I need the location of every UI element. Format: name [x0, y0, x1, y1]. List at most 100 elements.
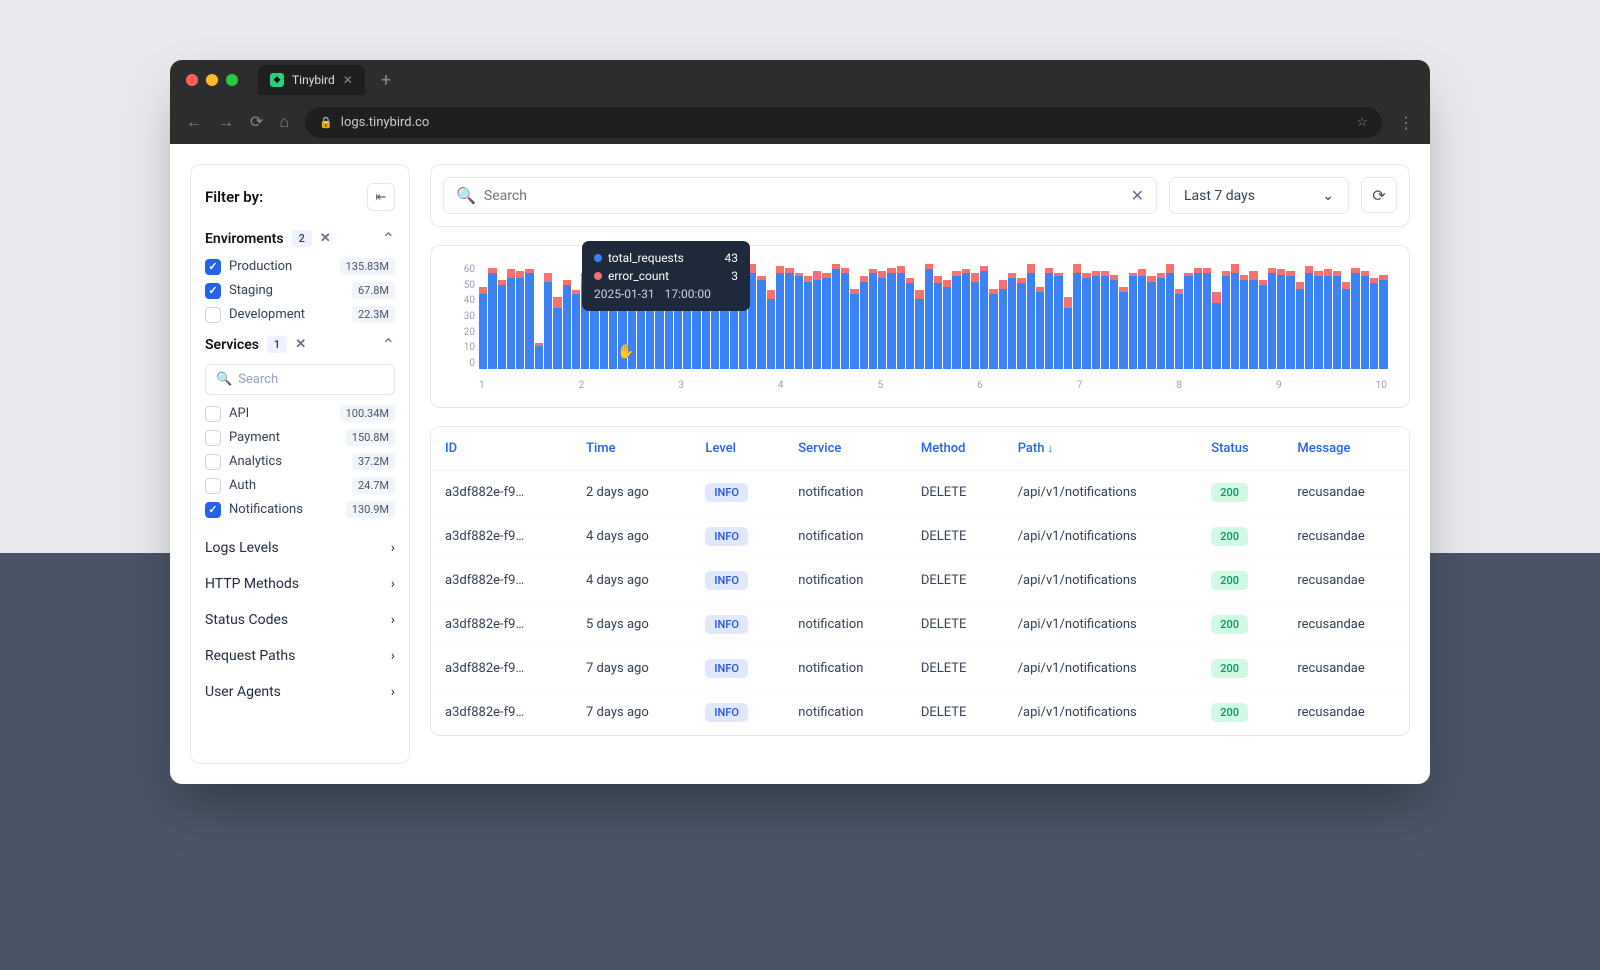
chart-bar[interactable]	[507, 264, 515, 369]
filter-item-payment[interactable]: Payment150.8M	[205, 429, 395, 446]
chart-bar[interactable]	[989, 264, 997, 369]
chart-bar[interactable]	[1212, 264, 1220, 369]
chart-bar[interactable]	[1008, 264, 1016, 369]
col-time[interactable]: Time	[572, 427, 691, 471]
chart-bar[interactable]	[850, 264, 858, 369]
chart-bar[interactable]	[804, 264, 812, 369]
chart-bar[interactable]	[980, 264, 988, 369]
col-status[interactable]: Status	[1197, 427, 1283, 471]
chart-bar[interactable]	[897, 264, 905, 369]
chart-bar[interactable]	[553, 264, 561, 369]
services-clear-icon[interactable]: ✕	[295, 337, 306, 352]
filter-item-staging[interactable]: Staging67.8M	[205, 282, 395, 299]
new-tab-button[interactable]: +	[381, 70, 391, 91]
minimize-window-button[interactable]	[206, 74, 218, 86]
chart-bar[interactable]	[1240, 264, 1248, 369]
chart-bar[interactable]	[785, 264, 793, 369]
filter-item-production[interactable]: Production135.83M	[205, 258, 395, 275]
chart-bar[interactable]	[1268, 264, 1276, 369]
checkbox[interactable]	[205, 406, 221, 422]
environments-clear-icon[interactable]: ✕	[320, 231, 331, 246]
chart-bar[interactable]	[1147, 264, 1155, 369]
chart-bar[interactable]	[943, 264, 951, 369]
chart-bar[interactable]	[1036, 264, 1044, 369]
checkbox[interactable]	[205, 430, 221, 446]
chart-bar[interactable]	[795, 264, 803, 369]
section-request-paths[interactable]: Request Paths›	[205, 638, 395, 674]
table-row[interactable]: a3df882e-f9…4 days agoINFOnotificationDE…	[431, 559, 1409, 603]
chart-bar[interactable]	[1333, 264, 1341, 369]
chart-bar[interactable]	[479, 264, 487, 369]
chart-bar[interactable]	[832, 264, 840, 369]
chart-bar[interactable]	[767, 264, 775, 369]
section-user-agents[interactable]: User Agents›	[205, 674, 395, 710]
chart-bar[interactable]	[516, 264, 524, 369]
table-row[interactable]: a3df882e-f9…7 days agoINFOnotificationDE…	[431, 691, 1409, 735]
chart-bar[interactable]	[1231, 264, 1239, 369]
chart-bar[interactable]	[999, 264, 1007, 369]
browser-tab[interactable]: ◆ Tinybird ✕	[258, 65, 365, 95]
chevron-up-icon[interactable]: ⌃	[382, 229, 395, 248]
chart-bar[interactable]	[535, 264, 543, 369]
col-level[interactable]: Level	[691, 427, 784, 471]
chart-bar[interactable]	[1314, 264, 1322, 369]
chart-bar[interactable]	[1017, 264, 1025, 369]
table-row[interactable]: a3df882e-f9…4 days agoINFOnotificationDE…	[431, 515, 1409, 559]
chart-bar[interactable]	[952, 264, 960, 369]
chart-bar[interactable]	[1305, 264, 1313, 369]
chevron-up-icon[interactable]: ⌃	[382, 335, 395, 354]
collapse-sidebar-button[interactable]: ⇤	[367, 183, 395, 211]
forward-icon[interactable]: →	[218, 112, 234, 132]
chart-bar[interactable]	[1129, 264, 1137, 369]
chart-bar[interactable]	[1351, 264, 1359, 369]
chart-bar[interactable]	[1054, 264, 1062, 369]
chart-bar[interactable]	[1249, 264, 1257, 369]
chart-bar[interactable]	[1370, 264, 1378, 369]
filter-item-auth[interactable]: Auth24.7M	[205, 477, 395, 494]
chart-bar[interactable]	[1027, 264, 1035, 369]
chart-bar[interactable]	[1184, 264, 1192, 369]
checkbox[interactable]	[205, 259, 221, 275]
filter-item-analytics[interactable]: Analytics37.2M	[205, 453, 395, 470]
chart-bar[interactable]	[906, 264, 914, 369]
checkbox[interactable]	[205, 283, 221, 299]
bookmark-icon[interactable]: ☆	[1356, 115, 1368, 130]
chart-bar[interactable]	[1138, 264, 1146, 369]
services-search[interactable]: 🔍 Search	[205, 364, 395, 395]
refresh-button[interactable]: ⟳	[1361, 177, 1397, 213]
table-row[interactable]: a3df882e-f9…7 days agoINFOnotificationDE…	[431, 647, 1409, 691]
chart-bar[interactable]	[1101, 264, 1109, 369]
section-status-codes[interactable]: Status Codes›	[205, 602, 395, 638]
table-row[interactable]: a3df882e-f9…2 days agoINFOnotificationDE…	[431, 471, 1409, 515]
chart-bar[interactable]	[1157, 264, 1165, 369]
chart-bar[interactable]	[1194, 264, 1202, 369]
browser-menu-icon[interactable]: ⋮	[1398, 113, 1414, 132]
chart-bar[interactable]	[887, 264, 895, 369]
chart-bar[interactable]	[1203, 264, 1211, 369]
chart-bar[interactable]	[934, 264, 942, 369]
chart-bar[interactable]	[1119, 264, 1127, 369]
chart-bar[interactable]	[1110, 264, 1118, 369]
checkbox[interactable]	[205, 307, 221, 323]
chart-bar[interactable]	[1342, 264, 1350, 369]
col-path[interactable]: Path↓	[1004, 427, 1198, 471]
col-id[interactable]: ID	[431, 427, 572, 471]
checkbox[interactable]	[205, 454, 221, 470]
chart-bar[interactable]	[498, 264, 506, 369]
chart-bar[interactable]	[1166, 264, 1174, 369]
chart-bar[interactable]	[1082, 264, 1090, 369]
chart-bar[interactable]	[915, 264, 923, 369]
chart-bar[interactable]	[813, 264, 821, 369]
section-logs-levels[interactable]: Logs Levels›	[205, 530, 395, 566]
close-window-button[interactable]	[186, 74, 198, 86]
col-method[interactable]: Method	[907, 427, 1004, 471]
chart-bar[interactable]	[1324, 264, 1332, 369]
chart-bar[interactable]	[962, 264, 970, 369]
log-search[interactable]: 🔍 ✕	[443, 177, 1157, 214]
col-message[interactable]: Message	[1283, 427, 1409, 471]
maximize-window-button[interactable]	[226, 74, 238, 86]
chart-bar[interactable]	[841, 264, 849, 369]
chart-bar[interactable]	[1222, 264, 1230, 369]
chart-bar[interactable]	[1175, 264, 1183, 369]
chart-bar[interactable]	[869, 264, 877, 369]
